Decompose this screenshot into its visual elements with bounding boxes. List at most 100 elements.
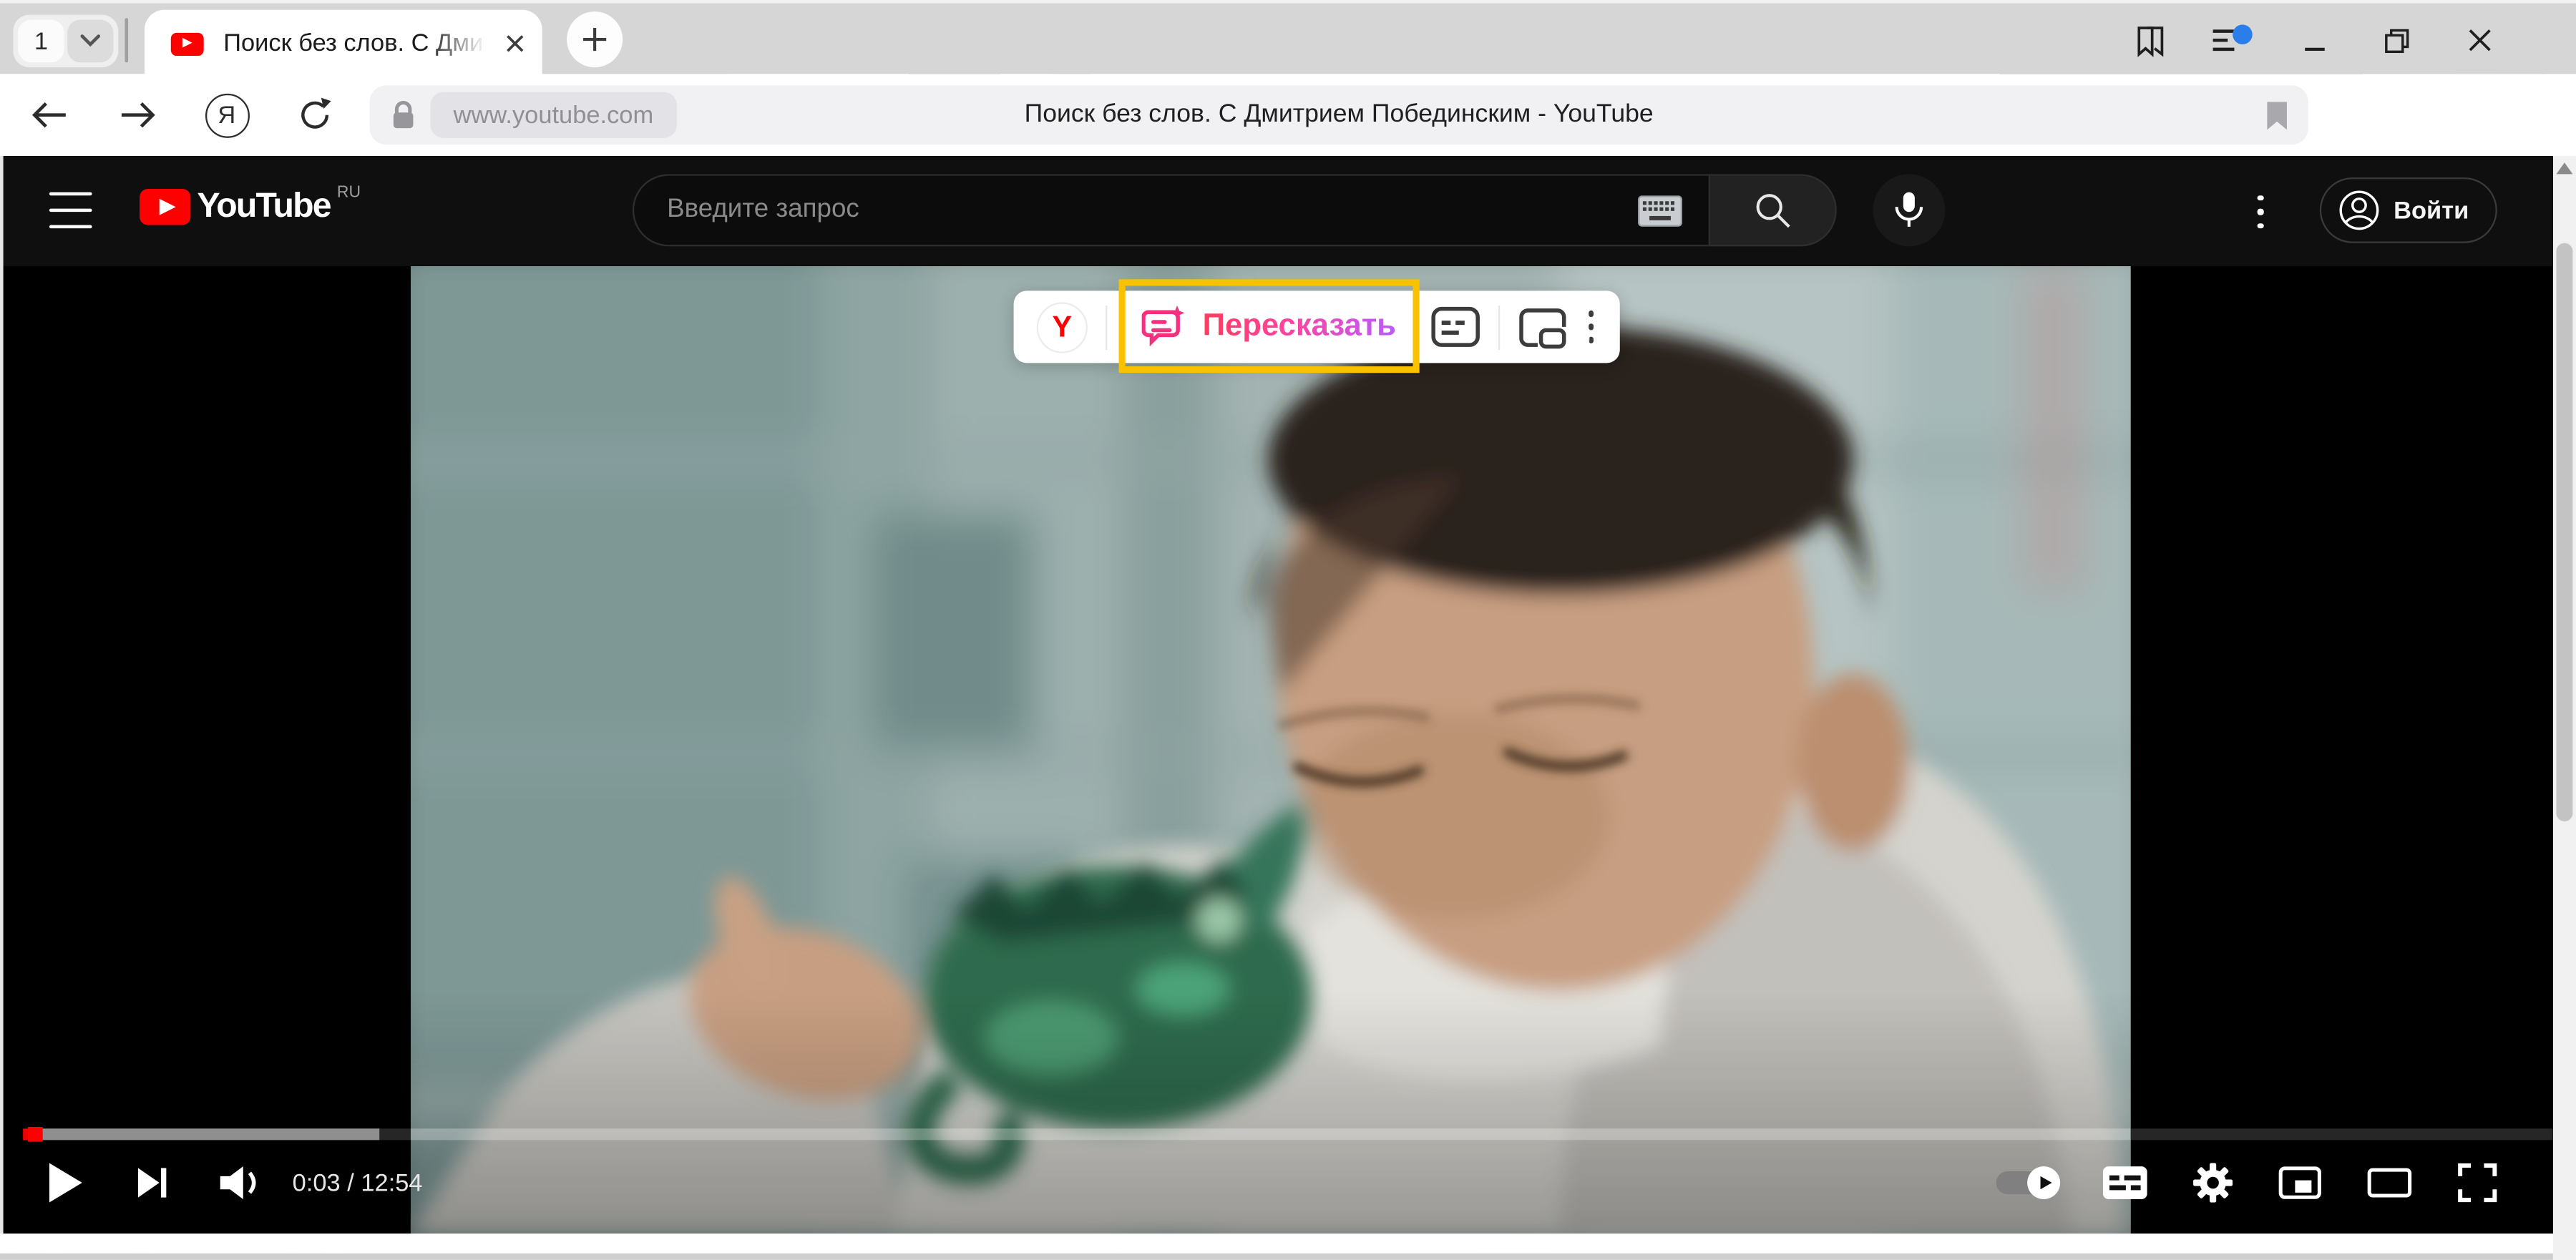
progress-buffered (34, 1128, 379, 1140)
yandex-icon: Я (205, 93, 249, 137)
tab-separator (125, 18, 128, 62)
miniplayer-icon (2278, 1166, 2321, 1199)
new-tab-button[interactable] (567, 11, 623, 67)
progress-bar[interactable] (23, 1128, 2553, 1140)
video-player[interactable]: Y Пересказать (0, 266, 2576, 1234)
overlay-separator (1498, 305, 1499, 349)
chevron-down-icon (79, 33, 102, 49)
back-button[interactable] (23, 89, 75, 141)
closed-captions-icon (2103, 1166, 2147, 1199)
play-icon (49, 1163, 82, 1203)
bookmark-flag-icon[interactable] (2265, 101, 2288, 129)
subtitles-icon (1430, 306, 1480, 348)
sign-in-button[interactable]: Войти (2320, 177, 2497, 243)
forward-arrow-icon (117, 97, 160, 133)
browser-toolbar: Я www.youtube.com Поиск без слов. С Дмит… (0, 74, 2576, 156)
forward-button[interactable] (112, 89, 164, 141)
restore-button[interactable] (2374, 17, 2420, 63)
minimize-icon (2303, 29, 2326, 52)
overlay-separator (1106, 305, 1107, 349)
progress-track (2131, 1128, 2553, 1140)
close-window-button[interactable] (2456, 17, 2502, 63)
reload-icon (296, 95, 335, 135)
window-left-edge (0, 156, 4, 1260)
microphone-icon (1891, 190, 1928, 230)
browser-window: 1 Поиск без слов. С Дми (0, 0, 2576, 1260)
autoplay-track (1996, 1171, 2057, 1194)
url-chip[interactable]: www.youtube.com (431, 92, 677, 138)
masthead-menu-button[interactable] (2248, 184, 2274, 240)
search-input[interactable] (667, 195, 1638, 225)
restore-icon (2384, 27, 2410, 54)
youtube-logo[interactable]: YouTube RU (140, 189, 361, 225)
scrollbar[interactable] (2553, 156, 2576, 1260)
minimize-button[interactable] (2292, 17, 2338, 63)
window-bottom-edge (0, 1254, 2553, 1260)
bookmarks-panel-icon (2134, 24, 2167, 57)
tab-title: Поиск без слов. С Дми (223, 29, 483, 57)
tab-close-icon[interactable] (504, 33, 526, 54)
progress-track (411, 1128, 2131, 1140)
scrollbar-thumb[interactable] (2556, 243, 2572, 821)
search-icon (1753, 190, 1792, 230)
summarize-button[interactable]: Пересказать (1126, 290, 1413, 363)
gear-icon (2193, 1163, 2233, 1203)
volume-button[interactable] (220, 1166, 263, 1199)
next-button[interactable] (138, 1168, 167, 1197)
overlay-subtitles-button[interactable] (1430, 306, 1480, 348)
fullscreen-button[interactable] (2458, 1163, 2497, 1203)
youtube-logo-text: YouTube (197, 189, 331, 225)
volume-icon (220, 1166, 263, 1199)
tab-title-wrap: Поиск без слов. С Дми (223, 27, 486, 60)
tab-list-dropdown[interactable] (67, 20, 113, 63)
plus-icon (582, 26, 608, 53)
yandex-video-overlay: Y Пересказать (1014, 290, 1621, 363)
next-icon (138, 1168, 167, 1197)
fullscreen-icon (2458, 1163, 2497, 1203)
guide-menu-button[interactable] (49, 192, 92, 229)
close-icon (2467, 28, 2491, 52)
tab-strip: 1 Поиск без слов. С Дми (0, 0, 2576, 74)
profile-icon (2211, 24, 2254, 57)
search-button[interactable] (1709, 174, 1837, 246)
account-icon (2338, 189, 2381, 232)
side-panel-button[interactable] (2127, 17, 2173, 63)
yandex-logo-badge[interactable]: Y (1037, 301, 1088, 352)
summarize-icon (1142, 304, 1188, 350)
voice-search-button[interactable] (1873, 174, 1945, 246)
time-display: 0:03 / 12:54 (293, 1169, 423, 1197)
youtube-favicon (171, 32, 204, 55)
video-frame[interactable] (411, 266, 2131, 1234)
youtube-region-badge: RU (337, 185, 361, 202)
reload-button[interactable] (289, 89, 341, 141)
age-rating: 0+ (1564, 312, 1624, 368)
address-bar[interactable]: www.youtube.com Поиск без слов. С Дмитри… (370, 85, 2308, 145)
player-controls: 0:03 / 12:54 (0, 1142, 2576, 1224)
profile-button[interactable] (2210, 17, 2255, 63)
virtual-keyboard-icon[interactable] (1638, 195, 1682, 226)
search-box[interactable] (633, 174, 1709, 246)
overlay-pip-button[interactable] (1518, 305, 1567, 349)
yandex-services-button[interactable]: Я (200, 89, 253, 141)
settings-button[interactable] (2193, 1163, 2233, 1203)
miniplayer-button[interactable] (2278, 1166, 2321, 1199)
progress-scrubber[interactable] (28, 1126, 43, 1141)
play-button[interactable] (49, 1163, 82, 1203)
profile-status-dot (2233, 24, 2253, 44)
youtube-masthead: YouTube RU (0, 156, 2576, 266)
autoplay-knob (2027, 1166, 2060, 1199)
theater-mode-button[interactable] (2367, 1168, 2411, 1197)
back-arrow-icon (28, 97, 71, 133)
scrollbar-up-arrow[interactable] (2556, 162, 2572, 174)
theater-icon (2367, 1168, 2411, 1197)
tab-count-label: 1 (18, 20, 64, 63)
sign-in-label: Войти (2394, 196, 2469, 224)
active-tab[interactable]: Поиск без слов. С Дми (145, 10, 542, 77)
tab-counter[interactable]: 1 (13, 15, 118, 67)
progress-track (379, 1128, 411, 1140)
subtitles-button[interactable] (2103, 1166, 2147, 1199)
youtube-page: YouTube RU (0, 156, 2576, 1260)
autoplay-toggle[interactable] (1996, 1171, 2057, 1194)
video-content (411, 266, 2131, 1234)
summarize-label: Пересказать (1203, 309, 1396, 346)
